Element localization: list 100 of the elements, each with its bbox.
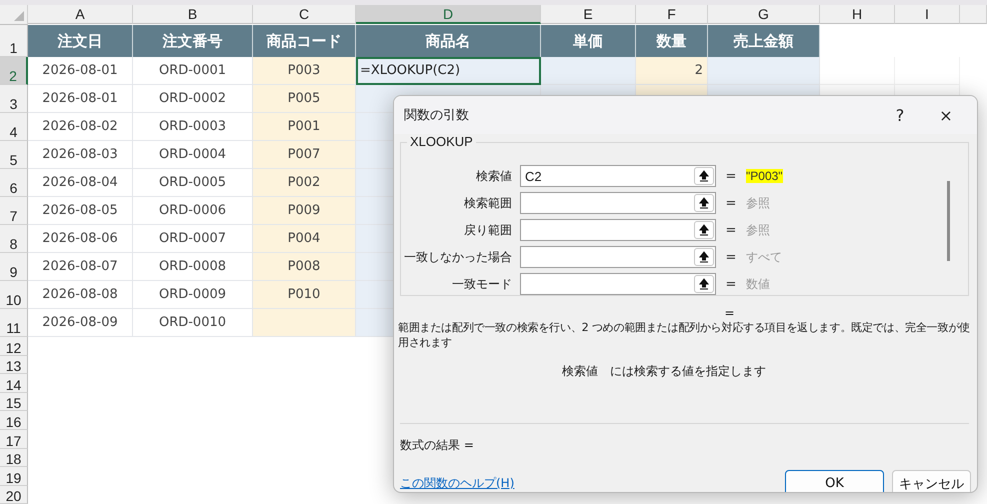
- collapse-button[interactable]: [694, 275, 714, 293]
- table-cell: ORD-0004: [133, 141, 253, 169]
- row-header[interactable]: 2: [0, 57, 28, 85]
- table-cell: ORD-0008: [133, 253, 253, 281]
- argument-hint: すべて: [746, 248, 782, 266]
- arrow-up-icon: [699, 278, 709, 290]
- row-header[interactable]: 14: [0, 374, 28, 393]
- table-cell: ORD-0010: [133, 309, 253, 337]
- table-cell: =XLOOKUP(C2): [356, 57, 541, 85]
- header-cell: 売上金額: [708, 25, 820, 57]
- row-header[interactable]: 11: [0, 309, 28, 337]
- row-header[interactable]: 10: [0, 281, 28, 309]
- formula-result: 数式の結果 =: [399, 437, 475, 454]
- cancel-button[interactable]: キャンセル: [892, 470, 971, 492]
- row-header[interactable]: 16: [0, 411, 28, 430]
- row-header[interactable]: 12: [0, 337, 28, 356]
- argument-hint: 数値: [746, 276, 770, 292]
- argument-field[interactable]: [520, 219, 716, 241]
- close-button[interactable]: ×: [923, 106, 969, 124]
- table-cell: P004: [253, 225, 356, 253]
- row-header[interactable]: 5: [0, 141, 28, 169]
- table-cell: 2026-08-01: [28, 85, 133, 113]
- header-cell: 注文日: [28, 25, 133, 57]
- ok-button[interactable]: OK: [785, 470, 884, 492]
- table-cell: 2026-08-08: [28, 281, 133, 309]
- table-cell: ORD-0005: [133, 169, 253, 197]
- arrow-up-icon: [699, 224, 709, 236]
- collapse-button[interactable]: [694, 248, 714, 266]
- row-header[interactable]: 20: [0, 486, 28, 504]
- argument-field[interactable]: C2: [520, 165, 716, 187]
- table-cell: 2026-08-06: [28, 225, 133, 253]
- table-cell: P002: [253, 169, 356, 197]
- table-cell: ORD-0003: [133, 113, 253, 141]
- column-header[interactable]: A: [28, 5, 133, 24]
- table-cell: 2026-08-01: [28, 57, 133, 85]
- row-header[interactable]: 3: [0, 85, 28, 113]
- row-header[interactable]: 4: [0, 113, 28, 141]
- header-cell: 注文番号: [133, 25, 253, 57]
- arrow-up-icon: [699, 170, 709, 182]
- scrollbar[interactable]: [947, 181, 950, 261]
- column-header[interactable]: D: [356, 5, 541, 24]
- row-header[interactable]: 13: [0, 356, 28, 374]
- help-button[interactable]: ?: [877, 106, 923, 124]
- argument-label: 一致モード: [451, 276, 513, 292]
- equals-sign: =: [724, 196, 738, 210]
- table-cell: 2026-08-05: [28, 197, 133, 225]
- row-header[interactable]: 8: [0, 225, 28, 253]
- table-cell: 2026-08-07: [28, 253, 133, 281]
- column-header[interactable]: I: [895, 5, 960, 24]
- collapse-button[interactable]: [694, 194, 714, 212]
- row-header[interactable]: 7: [0, 197, 28, 225]
- help-link[interactable]: この関数のヘルプ(H): [400, 475, 777, 492]
- column-header[interactable]: C: [253, 5, 356, 24]
- row-header[interactable]: 9: [0, 253, 28, 281]
- row-header[interactable]: 15: [0, 392, 28, 412]
- table-cell: P001: [253, 113, 356, 141]
- equals-sign: =: [724, 276, 738, 292]
- table-cell: ORD-0009: [133, 281, 253, 309]
- collapse-button[interactable]: [694, 221, 714, 239]
- argument-field[interactable]: [520, 273, 716, 295]
- row-header[interactable]: 19: [0, 467, 28, 486]
- function-name: XLOOKUP: [407, 134, 476, 149]
- dialog-title: 関数の引数: [404, 107, 470, 124]
- arrow-up-icon: [699, 197, 709, 209]
- column-header[interactable]: B: [133, 5, 253, 24]
- column-header[interactable]: F: [636, 5, 708, 24]
- arrow-up-icon: [699, 251, 709, 263]
- row-header[interactable]: 17: [0, 430, 28, 449]
- table-cell: P008: [253, 253, 356, 281]
- select-all-icon[interactable]: [14, 11, 24, 21]
- row-header[interactable]: 18: [0, 448, 28, 468]
- argument-field[interactable]: [520, 192, 716, 214]
- table-cell: ORD-0002: [133, 85, 253, 113]
- table-cell: ORD-0007: [133, 225, 253, 253]
- column-header[interactable]: [960, 5, 987, 24]
- table-cell: P005: [253, 85, 356, 113]
- table-cell: 2026-08-03: [28, 141, 133, 169]
- argument-description: には検索する値を指定します: [610, 363, 766, 380]
- table-cell: ORD-0001: [133, 57, 253, 85]
- equals-sign: =: [724, 250, 738, 264]
- table-cell: 2: [636, 57, 708, 85]
- equals-sign: =: [724, 168, 738, 184]
- column-header[interactable]: H: [820, 5, 895, 24]
- collapse-button[interactable]: [694, 167, 714, 185]
- equals-sign: =: [724, 222, 738, 238]
- argument-label: 検索値: [475, 168, 513, 184]
- argument-hint: 参照: [746, 222, 770, 238]
- argument-field[interactable]: [520, 246, 716, 268]
- header-cell: 数量: [636, 25, 708, 57]
- table-cell: P003: [253, 57, 356, 85]
- column-header[interactable]: E: [541, 5, 636, 24]
- argument-result: "P003": [746, 169, 783, 183]
- column-header[interactable]: G: [708, 5, 820, 24]
- header-cell: 単価: [541, 25, 636, 57]
- table-cell: 2026-08-04: [28, 169, 133, 197]
- row-header[interactable]: 6: [0, 169, 28, 197]
- row-header[interactable]: 1: [0, 25, 28, 57]
- argument-label: 一致しなかった場合: [403, 248, 513, 266]
- function-description: 範囲または配列で一致の検索を行い、2 つめの範囲または配列から対応する項目を返します。既定では、完全一致が使用されます: [397, 320, 971, 350]
- table-cell: P010: [253, 281, 356, 309]
